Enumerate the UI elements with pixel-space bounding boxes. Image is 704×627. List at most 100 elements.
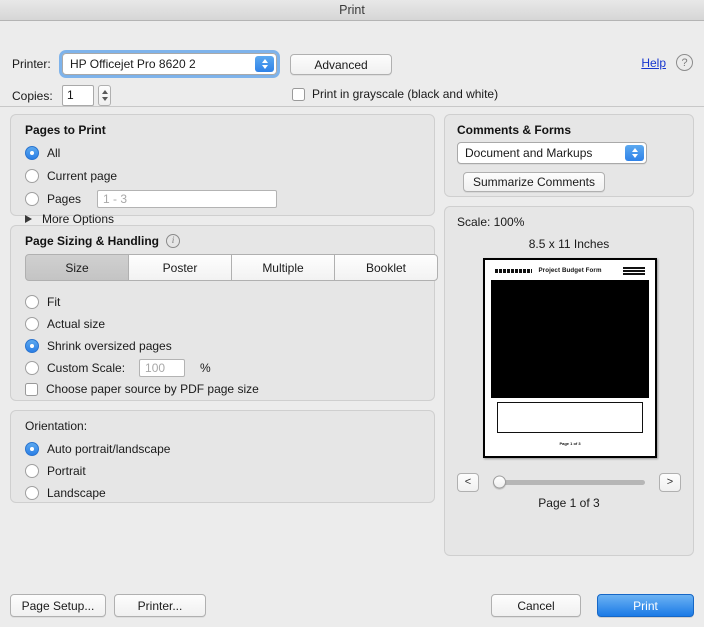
- printer-row: Printer: HP Officejet Pro 8620 2: [12, 53, 277, 75]
- previous-page-icon: <: [464, 476, 472, 488]
- chevron-updown-icon: [625, 145, 644, 161]
- percent-label: %: [200, 361, 211, 375]
- tab-multiple-label: Multiple: [262, 260, 304, 275]
- radio-pages-current[interactable]: Current page: [25, 166, 117, 186]
- page-slider[interactable]: [493, 475, 645, 489]
- radio-actual-size-label: Actual size: [47, 317, 106, 331]
- document-header: Project Budget Form: [491, 265, 649, 280]
- copies-label: Copies:: [12, 88, 53, 103]
- page-preview[interactable]: Project Budget Form Page 1 of 3: [483, 258, 657, 458]
- tab-booklet[interactable]: Booklet: [334, 254, 438, 281]
- radio-pages-current-indicator: [25, 169, 39, 183]
- page-slider-thumb[interactable]: [493, 475, 506, 489]
- radio-pages-range-indicator: [25, 192, 39, 206]
- radio-pages-all-label: All: [47, 146, 61, 160]
- document-header-right-text: [623, 267, 645, 275]
- window-titlebar: Print: [0, 0, 704, 21]
- print-button-label: Print: [633, 598, 658, 613]
- radio-orientation-auto-indicator: [25, 442, 39, 456]
- radio-orientation-auto[interactable]: Auto portrait/landscape: [25, 439, 170, 459]
- custom-scale-input[interactable]: 100: [139, 359, 186, 377]
- advanced-button[interactable]: Advanced: [290, 54, 392, 75]
- summarize-comments-button[interactable]: Summarize Comments: [463, 172, 605, 192]
- grayscale-checkbox-row[interactable]: Print in grayscale (black and white): [292, 87, 498, 101]
- chevron-right-icon: [25, 215, 32, 223]
- radio-orientation-portrait[interactable]: Portrait: [25, 461, 86, 481]
- printer-label: Printer:: [12, 57, 51, 71]
- tab-booklet-label: Booklet: [365, 260, 407, 275]
- pages-to-print-group: Pages to Print All Current page Pages 1 …: [10, 114, 435, 226]
- document-bottom-box: [497, 402, 643, 433]
- copies-row: Copies: 1: [12, 85, 111, 106]
- comments-forms-group: Comments & Forms Document and Markups Su…: [444, 114, 694, 197]
- previous-page-button[interactable]: <: [457, 472, 479, 492]
- printer-button[interactable]: Printer...: [114, 594, 206, 617]
- more-options-toggle[interactable]: More Options: [25, 212, 114, 226]
- radio-pages-all[interactable]: All: [25, 143, 60, 163]
- page-sizing-title-row: Page Sizing & Handling i: [25, 234, 181, 248]
- pages-to-print-title: Pages to Print: [25, 123, 106, 137]
- pages-range-input[interactable]: 1 - 3: [97, 190, 278, 208]
- radio-fit-label: Fit: [47, 295, 61, 309]
- chevron-updown-icon: [255, 56, 274, 72]
- radio-custom-scale-indicator: [25, 361, 39, 375]
- radio-fit-indicator: [25, 295, 39, 309]
- window-title: Print: [339, 3, 365, 17]
- printer-settings-section: Printer: HP Officejet Pro 8620 2 Advance…: [0, 21, 704, 107]
- comments-forms-select-value: Document and Markups: [465, 146, 593, 160]
- radio-fit[interactable]: Fit: [25, 292, 60, 312]
- scale-label: Scale: 100%: [457, 215, 525, 229]
- tab-size[interactable]: Size: [25, 254, 129, 281]
- radio-orientation-landscape-label: Landscape: [47, 486, 106, 500]
- cancel-button[interactable]: Cancel: [491, 594, 581, 617]
- tab-multiple[interactable]: Multiple: [231, 254, 335, 281]
- radio-pages-range-label: Pages: [47, 192, 82, 206]
- page-setup-button[interactable]: Page Setup...: [10, 594, 106, 617]
- grayscale-checkbox[interactable]: [292, 87, 305, 101]
- document-footer: Page 1 of 3: [559, 441, 581, 446]
- grayscale-label: Print in grayscale (black and white): [312, 87, 499, 101]
- paper-source-checkbox[interactable]: [25, 382, 38, 396]
- paper-source-checkbox-row[interactable]: Choose paper source by PDF page size: [25, 382, 259, 396]
- next-page-button[interactable]: >: [659, 472, 681, 492]
- preview-group: Scale: 100% 8.5 x 11 Inches Project Budg…: [444, 206, 694, 556]
- page-sizing-title: Page Sizing & Handling: [25, 234, 160, 248]
- page-navigation: < >: [457, 472, 681, 492]
- document-body-block: [491, 280, 649, 398]
- page-sizing-tabs: Size Poster Multiple Booklet: [25, 254, 438, 281]
- info-icon[interactable]: i: [166, 234, 181, 248]
- copies-input[interactable]: 1: [62, 85, 94, 106]
- radio-actual-size-indicator: [25, 317, 39, 331]
- radio-custom-scale[interactable]: Custom Scale: 100 %: [25, 358, 211, 378]
- print-button[interactable]: Print: [597, 594, 694, 617]
- radio-orientation-auto-label: Auto portrait/landscape: [47, 442, 171, 456]
- question-circle-icon[interactable]: ?: [676, 54, 693, 71]
- summarize-comments-label: Summarize Comments: [472, 175, 596, 189]
- radio-shrink-oversized-indicator: [25, 339, 39, 353]
- radio-orientation-landscape-indicator: [25, 486, 39, 500]
- radio-shrink-oversized[interactable]: Shrink oversized pages: [25, 336, 172, 356]
- comments-forms-select[interactable]: Document and Markups: [457, 142, 647, 164]
- orientation-title: Orientation:: [25, 419, 88, 433]
- next-page-icon: >: [666, 476, 674, 488]
- radio-custom-scale-label: Custom Scale:: [47, 361, 126, 375]
- paper-size-label: 8.5 x 11 Inches: [528, 237, 610, 251]
- radio-pages-all-indicator: [25, 146, 39, 160]
- radio-shrink-oversized-label: Shrink oversized pages: [47, 339, 172, 353]
- tab-size-label: Size: [65, 260, 89, 275]
- radio-orientation-portrait-label: Portrait: [47, 464, 86, 478]
- tab-poster-label: Poster: [162, 260, 198, 275]
- radio-actual-size[interactable]: Actual size: [25, 314, 105, 334]
- page-preview-content: Project Budget Form Page 1 of 3: [491, 265, 649, 451]
- radio-pages-range[interactable]: Pages 1 - 3: [25, 189, 278, 209]
- cancel-button-label: Cancel: [517, 598, 555, 613]
- copies-stepper[interactable]: [98, 85, 111, 106]
- more-options-label: More Options: [42, 212, 115, 226]
- printer-button-label: Printer...: [137, 598, 183, 613]
- tab-poster[interactable]: Poster: [128, 254, 232, 281]
- radio-orientation-landscape[interactable]: Landscape: [25, 483, 106, 503]
- printer-select[interactable]: HP Officejet Pro 8620 2: [62, 53, 277, 75]
- help-link[interactable]: Help: [641, 56, 666, 70]
- comments-forms-title: Comments & Forms: [457, 123, 572, 137]
- page-setup-label: Page Setup...: [21, 598, 95, 613]
